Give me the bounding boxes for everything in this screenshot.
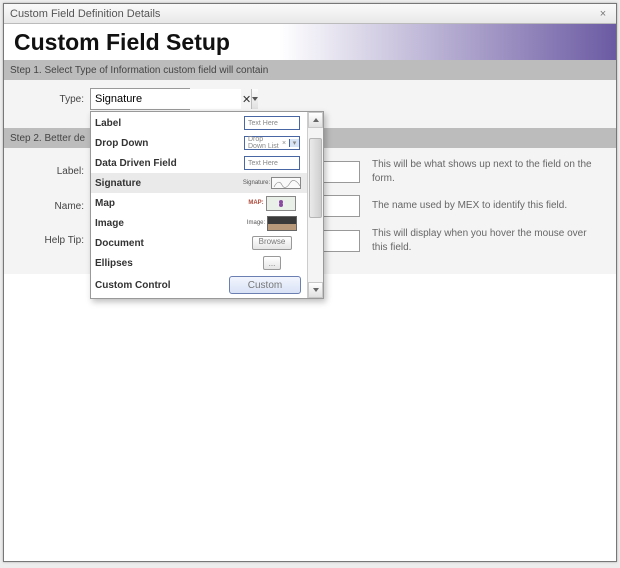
step2-bar-text: Step 2. Better de [10,133,85,144]
type-option-dropdown[interactable]: Drop Down Drop Down List × ▾ [91,133,307,153]
name-hint: The name used by MEX to identify this fi… [372,199,567,213]
ellipsis-icon: ... [263,256,281,270]
type-combobox[interactable]: ✕ [90,88,190,110]
type-input[interactable] [91,89,241,109]
close-icon[interactable]: × [596,7,610,21]
label-hint: This will be what shows up next to the f… [372,158,592,185]
help-tip-label: Help Tip: [4,235,90,246]
type-option-label[interactable]: Label Text Here [91,113,307,133]
titlebar: Custom Field Definition Details × [4,4,616,24]
preview-ellipses-button: ... [241,255,303,271]
preview-text-input: Text Here [241,155,303,171]
type-option-map[interactable]: Map MAP: [91,193,307,213]
dropdown-scrollbar[interactable] [307,112,323,298]
preview-signature: Signature: [241,175,303,191]
list-item-label: Data Driven Field [95,158,177,169]
name-field-label: Name: [4,201,90,212]
scroll-up-icon[interactable] [308,112,323,128]
preview-map: MAP: [241,195,303,211]
list-item-label: Custom Control [95,280,171,291]
type-option-signature[interactable]: Signature Signature: [91,173,307,193]
list-item-label: Image [95,218,124,229]
type-label: Type: [4,94,90,105]
type-option-document[interactable]: Document Browse [91,233,307,253]
preview-text-input: Text Here [241,115,303,131]
window-title: Custom Field Definition Details [10,8,160,20]
clear-icon[interactable]: ✕ [241,89,251,109]
page-title: Custom Field Setup [14,29,230,56]
type-option-custom-control[interactable]: Custom Control Custom [91,273,307,297]
step1-bar-text: Step 1. Select Type of Information custo… [10,65,268,76]
dialog-window: Custom Field Definition Details × Custom… [3,3,617,562]
type-option-ellipses[interactable]: Ellipses ... [91,253,307,273]
type-option-data-driven[interactable]: Data Driven Field Text Here [91,153,307,173]
list-item-label: Map [95,198,115,209]
preview-browse-button: Browse [241,235,303,251]
step1-bar: Step 1. Select Type of Information custo… [4,60,616,80]
scroll-thumb[interactable] [309,138,322,218]
list-item-label: Ellipses [95,258,133,269]
list-item-label: Signature [95,178,141,189]
scroll-down-icon[interactable] [308,282,323,298]
list-item-label: Drop Down [95,138,148,149]
scroll-track[interactable] [308,128,323,282]
chevron-down-icon[interactable] [251,89,258,109]
list-item-label: Label [95,118,121,129]
label-label: Label: [4,166,90,177]
type-dropdown-panel: Label Text Here Drop Down Drop Down List… [90,111,324,299]
preview-custom-button: Custom [227,277,303,293]
page-header: Custom Field Setup [4,24,616,60]
preview-dropdown: Drop Down List × ▾ [241,135,303,151]
preview-image: Image: [241,215,303,231]
type-option-image[interactable]: Image Image: [91,213,307,233]
list-item-label: Document [95,238,144,249]
help-hint: This will display when you hover the mou… [372,227,592,254]
